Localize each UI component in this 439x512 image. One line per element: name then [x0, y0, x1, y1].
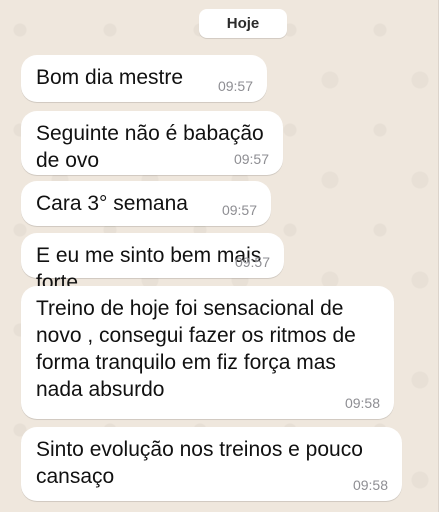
message-bubble[interactable]: Seguinte não é babação de ovo 09:57	[21, 111, 283, 175]
message-time: 09:57	[234, 254, 270, 270]
message-time: 09:58	[352, 477, 388, 493]
message-bubble[interactable]: E eu me sinto bem mais forte 09:57	[21, 233, 284, 294]
message-bubble[interactable]: Cara 3° semana 09:57	[21, 181, 271, 226]
date-separator: Hoje	[199, 9, 287, 38]
message-text: Sinto evolução nos treinos e pouco cansa…	[36, 438, 363, 488]
message-time: 09:57	[221, 202, 257, 218]
message-text: Treino de hoje foi sensacional de novo ,…	[36, 297, 356, 401]
message-time: 09:57	[217, 78, 253, 94]
message-bubble[interactable]: Bom dia mestre 09:57	[21, 55, 267, 102]
message-bubble[interactable]: Sinto evolução nos treinos e pouco cansa…	[21, 427, 402, 501]
message-time: 09:58	[344, 395, 380, 411]
message-bubble[interactable]: Treino de hoje foi sensacional de novo ,…	[21, 286, 394, 419]
message-time: 09:57	[233, 151, 269, 167]
